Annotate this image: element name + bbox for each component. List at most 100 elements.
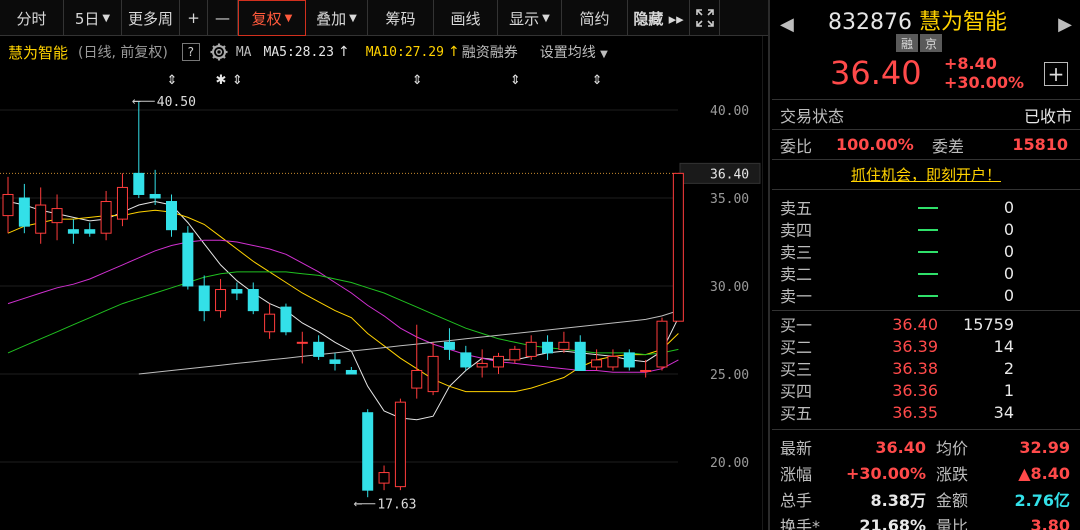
level-label: 买四 xyxy=(780,382,813,401)
chart-toolbar: 分时 5日 ▼ 更多周 + — 复权 ▼ 叠加 ▼ 筹码 画线 显示 ▼ 简约 隐藏 ▸▸ xyxy=(0,0,770,36)
toolbar-button-4[interactable]: — xyxy=(208,0,238,36)
candle-body xyxy=(198,285,210,312)
candle xyxy=(247,282,259,315)
toolbar-button-7[interactable]: 筹码 xyxy=(368,0,434,36)
candle xyxy=(345,366,357,375)
candle-body xyxy=(231,289,243,294)
toolbar-button-label: 隐藏 ▸▸ xyxy=(633,9,684,28)
chart-axis-divider xyxy=(762,36,763,530)
chevron-down-icon: ▼ xyxy=(349,12,357,24)
stock-name: 慧为智能 xyxy=(918,10,1007,35)
toolbar-button-3[interactable]: + xyxy=(180,0,208,36)
toolbar-button-11[interactable]: 隐藏 ▸▸ xyxy=(628,0,690,36)
candle-body xyxy=(149,193,161,199)
stat-label: 最新 xyxy=(780,439,813,458)
panel-divider xyxy=(768,0,770,530)
stat-value: 21.68% xyxy=(859,515,926,530)
bid-row[interactable]: 买五 36.35 34 xyxy=(772,401,1080,424)
toolbar-button-label: 叠加 xyxy=(316,9,347,28)
stat-value: +30.00% xyxy=(845,463,926,483)
toolbar-button-9[interactable]: 显示 ▼ xyxy=(498,0,562,36)
candle xyxy=(640,359,652,378)
toolbar-button-label: — xyxy=(215,9,230,27)
toolbar-button-label: 分时 xyxy=(16,9,47,28)
toolbar-button-10[interactable]: 简约 xyxy=(562,0,628,36)
trade-status-label: 交易状态 xyxy=(780,106,845,126)
stock-code: 832876 xyxy=(828,10,912,35)
toolbar-button-0[interactable]: 分时 xyxy=(0,0,64,36)
candle xyxy=(149,169,161,206)
add-watchlist-button[interactable]: + xyxy=(1044,62,1068,86)
bid-row[interactable]: 买二 36.39 14 xyxy=(772,335,1080,358)
toolbar-button-label: 5日 xyxy=(74,9,100,28)
level-volume: 0 xyxy=(1003,241,1014,261)
ask-row[interactable]: 卖三 0 xyxy=(772,240,1080,263)
candle xyxy=(542,335,554,360)
toolbar-button-1[interactable]: 5日 ▼ xyxy=(64,0,122,36)
candle xyxy=(411,324,423,399)
level-label: 买二 xyxy=(780,338,813,357)
bid-row[interactable]: 买三 36.38 2 xyxy=(772,357,1080,380)
bid-row[interactable]: 买一 36.40 15759 xyxy=(772,313,1080,336)
candle xyxy=(493,352,504,374)
candle-body xyxy=(362,412,374,491)
next-stock-icon[interactable]: ▶ xyxy=(1058,14,1072,35)
ask-row[interactable]: 卖四 0 xyxy=(772,218,1080,241)
chevron-down-icon: ▼ xyxy=(102,12,111,24)
candle-body xyxy=(460,352,472,368)
level-volume: 15759 xyxy=(963,314,1014,334)
candle-body xyxy=(509,348,521,361)
prev-stock-icon[interactable]: ◀ xyxy=(780,14,794,35)
chevron-down-icon: ▼ xyxy=(600,49,608,60)
candle-body xyxy=(84,229,96,234)
bid-row[interactable]: 买四 36.36 1 xyxy=(772,379,1080,402)
ask-row[interactable]: 卖一 0 xyxy=(772,284,1080,307)
candle xyxy=(84,222,96,237)
ask-row[interactable]: 卖五 0 xyxy=(772,196,1080,219)
level-volume: 14 xyxy=(993,336,1014,356)
stat-row: 涨幅 +30.00% 涨跌 ▲8.40 xyxy=(772,460,1080,486)
level-volume: 0 xyxy=(1003,263,1014,283)
candle-body xyxy=(329,359,341,364)
expand-icon[interactable] xyxy=(690,0,720,36)
candle xyxy=(362,409,374,498)
ask-row[interactable]: 卖二 0 xyxy=(772,262,1080,285)
toolbar-button-label: 画线 xyxy=(450,9,481,28)
current-price-label: 36.40 xyxy=(710,167,749,182)
change-percent: +30.00% xyxy=(944,73,1025,92)
help-button[interactable]: ? xyxy=(181,43,200,61)
candle xyxy=(264,303,276,339)
candle xyxy=(182,226,194,290)
y-tick-label: 25.00 xyxy=(710,368,749,383)
kline-chart[interactable]: 40.00 35.00 30.00 25.00 20.00 36.40 ← 40.50 ← 17.… xyxy=(0,66,770,530)
level-label: 卖四 xyxy=(780,221,813,240)
candle xyxy=(558,331,570,353)
margin-trading-button[interactable]: 融资融券 xyxy=(462,42,518,62)
toolbar-button-2[interactable]: 更多周 xyxy=(122,0,180,36)
candle-body xyxy=(427,355,439,393)
toolbar-button-label: 复权 xyxy=(251,9,282,28)
level-label: 卖五 xyxy=(780,199,813,218)
candle-body xyxy=(18,197,30,227)
chevron-down-icon: ▼ xyxy=(284,12,293,24)
event-marker-icon: ⇕ xyxy=(412,73,423,88)
toolbar-button-8[interactable]: 画线 xyxy=(434,0,498,36)
toolbar-button-5[interactable]: 复权 ▼ xyxy=(238,0,306,36)
y-tick-label: 35.00 xyxy=(710,192,749,207)
gear-icon[interactable] xyxy=(208,41,230,63)
candle-body xyxy=(623,352,635,368)
candle xyxy=(296,331,308,364)
ma-setting-dropdown[interactable]: 设置均线 ▼ xyxy=(540,42,608,62)
open-account-link[interactable]: 抓住机会，即刻开户！ xyxy=(851,164,1001,185)
toolbar-button-6[interactable]: 叠加 ▼ xyxy=(306,0,368,36)
stock-tag: 融 xyxy=(896,34,918,52)
level-label: 买三 xyxy=(780,360,813,379)
stat-label: 涨幅 xyxy=(780,465,813,484)
stock-name-label: 慧为智能 xyxy=(8,43,69,62)
y-tick-label: 40.00 xyxy=(710,104,749,119)
toolbar-button-label: 筹码 xyxy=(385,9,416,28)
dash-icon xyxy=(918,251,938,253)
candle xyxy=(525,335,537,360)
stat-row: 总手 8.38万 金额 2.76亿 xyxy=(772,486,1080,512)
low-price-label: 17.63 xyxy=(377,498,416,513)
